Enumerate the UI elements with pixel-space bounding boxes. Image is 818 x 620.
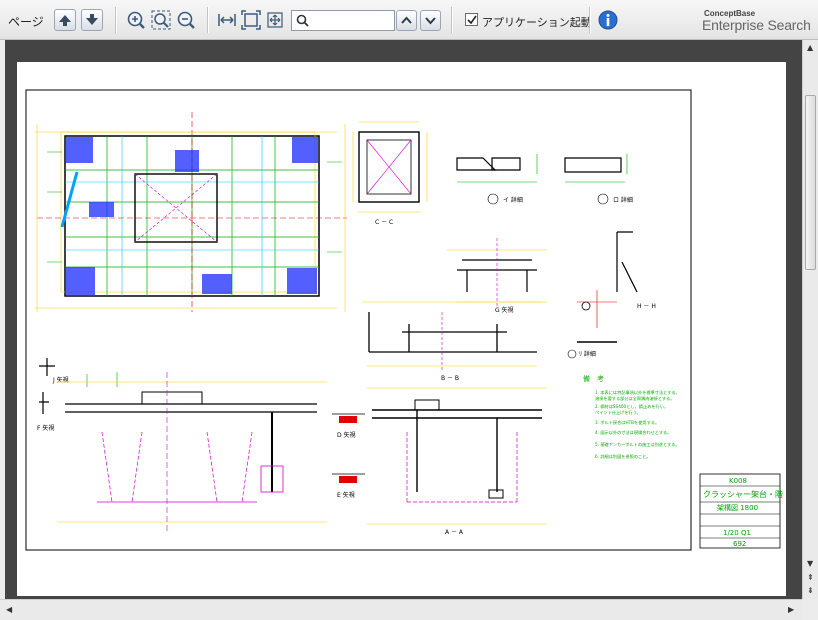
view-label: E 矢視 [337,491,355,499]
fit-width-icon [218,14,236,26]
brand-large: Enterprise Search [702,17,811,33]
zoom-fit-icon [151,10,171,30]
actual-size-icon [267,12,283,28]
scroll-thumb[interactable] [805,95,816,270]
horizontal-scrollbar[interactable]: ◀ ▶ [0,599,802,620]
note-line: ペイント仕上げを行う。 [595,409,641,416]
title-scale: 1/20 Q1 [723,529,751,537]
title-name: クラッシャー架台・階 [703,489,783,499]
view-label: H － H [637,303,656,310]
arrow-down-icon [86,14,98,25]
app-launch-checkbox[interactable] [465,13,478,26]
note-line: 1. 本表には特記事項以外を標準寸法とする。 [595,389,680,396]
view-label: J 矢視 [52,376,69,384]
note-line: 4. 図示以外の寸法は現場合わせとする。 [595,429,671,436]
section-bb: B － B [362,301,547,382]
section-cc: C － C [352,121,428,226]
section-g: G 矢視 [447,238,547,314]
notes-block: 備 考 1. 本表には特記事項以外を標準寸法とする。 溶接を要する部分は全周隅肉… [583,374,680,460]
info-button[interactable] [596,8,620,32]
scroll-down-icon[interactable]: ▼ [807,560,813,568]
scroll-left-icon[interactable]: ◀ [6,606,12,614]
checkmark-icon [467,15,477,25]
fit-width-button[interactable] [215,8,239,32]
section-de: D 矢視 E 矢視 [332,413,365,499]
zoom-out-icon [177,11,195,29]
view-label: ロ 詳細 [613,196,633,204]
arrow-up-icon [59,15,71,26]
title-sheet: 692 [733,540,746,548]
title-sub: 架構図 1800 [717,503,758,512]
section-j: J 矢視 [39,358,118,387]
fit-page-button[interactable] [239,8,263,32]
note-line: 6. 詳細は別図を参照のこと。 [595,453,651,460]
view-label: ﾘ 詳細 [579,350,596,358]
cad-drawing: C － C イ 詳細 ロ 詳細 G 矢視 H － H ﾘ 詳細 B － B J … [25,89,783,551]
section-hh: H － H ﾘ 詳細 [567,231,656,359]
title-number: K008 [729,477,747,485]
section-aa: A － A [367,387,547,536]
viewer-toolbar: ページ アプリケーション起動 ConceptBase Enterprise Se… [0,0,818,40]
view-label: F 矢視 [37,424,54,432]
title-block: K008 クラッシャー架台・階 架構図 1800 1/20 Q1 692 [699,473,783,549]
page-label: ページ [8,15,44,29]
note-line: 5. 基礎アンカーボルトの施工は別途とする。 [595,441,680,448]
detail-i-ro: イ 詳細 ロ 詳細 [456,154,633,205]
chevron-down-icon [425,17,436,25]
toolbar-separator [451,7,453,33]
toolbar-separator [115,7,117,33]
document-viewer[interactable]: C － C イ 詳細 ロ 詳細 G 矢視 H － H ﾘ 詳細 B － B J … [5,40,802,599]
toolbar-separator [589,7,591,33]
app-launch-label[interactable]: アプリケーション起動 [482,14,592,30]
view-label: B － B [441,375,459,382]
zoom-out-button[interactable] [174,8,198,32]
zoom-in-icon [127,11,145,29]
note-line: 3. ボルト接合はHTBを使用する。 [595,419,659,426]
plan-view [35,112,347,312]
vertical-scrollbar[interactable]: ▲ ▼ ⇞ ⇟ [802,40,818,599]
elevation-left: F 矢視 [37,372,327,532]
page-up-icon[interactable]: ⇞ [807,574,814,582]
next-page-button[interactable] [81,9,103,31]
actual-size-button[interactable] [263,8,287,32]
view-label: G 矢視 [495,306,514,314]
note-line: 2. 鋼材はSS400とし，錆止めを行い， [595,403,668,410]
document-page: C － C イ 詳細 ロ 詳細 G 矢視 H － H ﾘ 詳細 B － B J … [17,62,786,596]
notes-title: 備 考 [583,374,604,383]
scroll-up-icon[interactable]: ▲ [807,44,813,52]
page-down-icon[interactable]: ⇟ [807,587,814,595]
previous-page-button[interactable] [54,9,76,31]
view-label: A － A [445,529,464,536]
search-box[interactable] [291,10,395,31]
scroll-right-icon[interactable]: ▶ [788,606,794,614]
info-icon [598,10,618,30]
zoom-in-button[interactable] [124,8,148,32]
chevron-up-icon [401,16,412,24]
toolbar-separator [207,7,209,33]
fit-zoom-button[interactable] [149,8,173,32]
fit-page-icon [241,10,261,30]
view-label: イ 詳細 [503,196,523,204]
view-label: C － C [375,219,393,226]
search-icon [296,14,309,27]
search-input[interactable] [312,12,392,29]
search-previous-button[interactable] [396,10,417,31]
view-label: D 矢視 [337,431,356,439]
note-line: 溶接を要する部分は全周隅肉溶接とする。 [595,395,674,402]
search-next-button[interactable] [420,10,441,31]
